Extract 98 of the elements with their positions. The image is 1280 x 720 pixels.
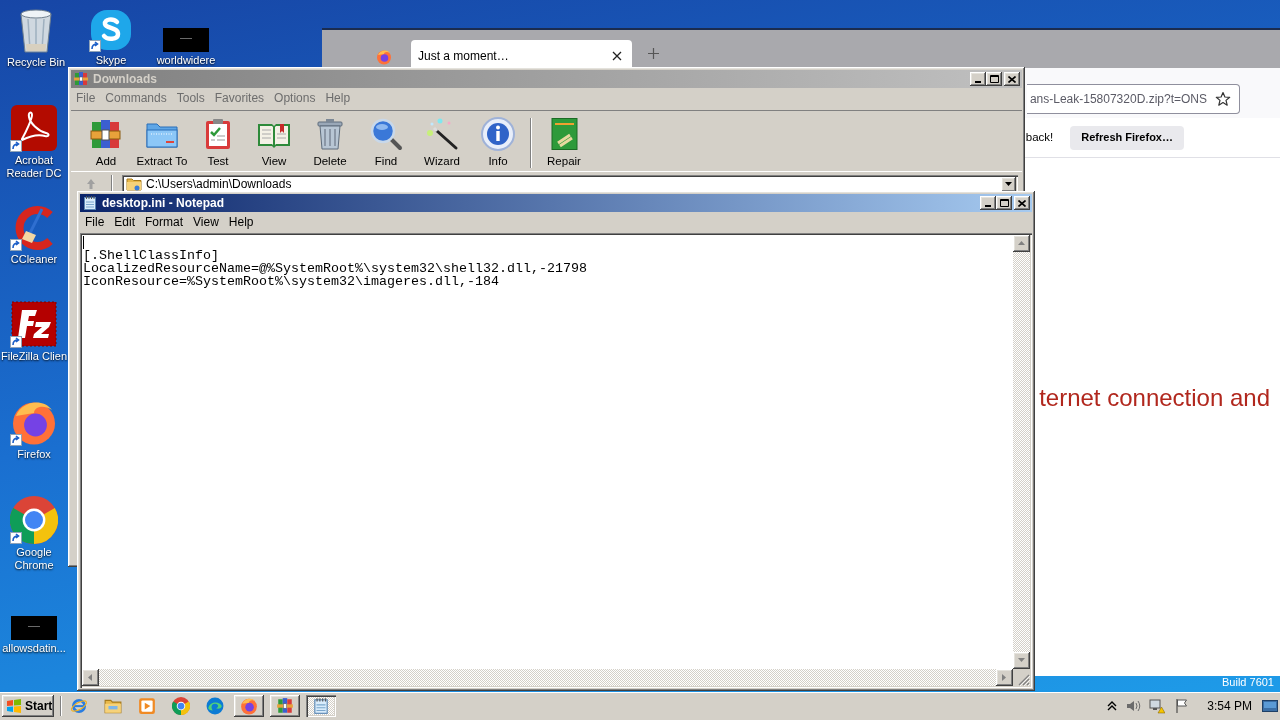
error-message-text: ternet connection and — [1039, 384, 1270, 412]
maximize-button[interactable] — [996, 196, 1012, 210]
close-icon — [1018, 199, 1026, 207]
scroll-right-button[interactable] — [996, 669, 1013, 686]
file-thumbnail-icon[interactable] — [11, 616, 57, 640]
notepad-icon — [82, 195, 98, 211]
close-icon — [1008, 75, 1016, 83]
play-tile-icon[interactable] — [138, 697, 156, 715]
chrome-icon[interactable] — [172, 697, 190, 715]
browser-tab[interactable]: Just a moment… — [411, 40, 632, 68]
search-icon — [368, 116, 404, 152]
browser-logo-icon[interactable] — [376, 49, 392, 65]
notepad-icon — [312, 697, 330, 715]
close-icon[interactable] — [612, 50, 622, 61]
menu-item[interactable]: Tools — [171, 91, 210, 106]
menu-item[interactable]: Edit — [109, 215, 141, 230]
speaker-icon[interactable] — [1125, 698, 1142, 714]
skype-icon[interactable] — [89, 8, 133, 52]
size-grip-icon[interactable] — [1018, 674, 1030, 686]
caret-down-icon — [1005, 182, 1012, 186]
window-title: Downloads — [93, 72, 157, 86]
wizard-button[interactable]: Wizard — [414, 114, 470, 170]
network-warning-icon[interactable] — [1149, 698, 1166, 714]
maximize-icon — [999, 199, 1009, 207]
desktop-icon-label[interactable]: CCleaner — [10, 253, 58, 266]
extract-to-button[interactable]: Extract To — [134, 114, 190, 170]
menu-item[interactable]: Format — [140, 215, 189, 230]
minimize-button[interactable] — [970, 72, 986, 86]
down-arrow-icon — [1017, 656, 1026, 665]
start-button[interactable]: Start — [2, 695, 54, 717]
minimize-button[interactable] — [980, 196, 996, 210]
folder-icon — [126, 177, 142, 191]
e-logo-icon[interactable] — [70, 697, 88, 715]
repair-button[interactable]: Repair — [536, 114, 592, 170]
add-button[interactable]: Add — [78, 114, 134, 170]
close-button[interactable] — [1014, 196, 1030, 210]
maximize-button[interactable] — [986, 72, 1002, 86]
menu-item[interactable]: View — [188, 215, 224, 230]
up-arrow-icon — [1017, 239, 1026, 248]
info-icon — [480, 116, 516, 152]
file-thumbnail-icon[interactable] — [163, 28, 209, 52]
archive-stack-icon — [276, 697, 294, 715]
firefox-icon — [240, 697, 258, 715]
refresh-button[interactable]: Refresh Firefox… — [1070, 125, 1184, 150]
address-field[interactable]: ans-Leak-15807320D.zip?t=ONS — [1027, 84, 1240, 114]
archive-stack-icon — [73, 71, 89, 87]
maximize-icon — [989, 75, 999, 83]
text-line: LocalizedResourceName=@%SystemRoot%\system32\shell32.dll,-21798 — [83, 262, 587, 275]
chevron-up-icon[interactable] — [1107, 701, 1118, 711]
build-label: Build 7601 — [1222, 674, 1274, 690]
vertical-scrollbar[interactable] — [1013, 235, 1030, 669]
delete-button[interactable]: Delete — [302, 114, 358, 170]
clock[interactable]: 3:54 PM — [1207, 697, 1252, 715]
desktop-icon-label[interactable]: Acrobat Reader DC — [0, 154, 68, 180]
test-button[interactable]: Test — [190, 114, 246, 170]
dropdown-button[interactable] — [1001, 176, 1016, 192]
notification-text: back! — [1025, 129, 1054, 145]
view-button[interactable]: View — [246, 114, 302, 170]
horizontal-scrollbar[interactable] — [82, 669, 1013, 686]
acrobat-icon[interactable] — [10, 104, 58, 152]
magic-wand-icon — [424, 116, 460, 152]
desktop-icon-label[interactable]: Firefox — [17, 448, 51, 461]
info-button[interactable]: Info — [470, 114, 526, 170]
plus-icon[interactable] — [648, 48, 659, 59]
menu-item[interactable]: Help — [223, 215, 259, 230]
desktop-icon-label[interactable]: Recycle Bin — [6, 56, 66, 69]
find-button[interactable]: Find — [358, 114, 414, 170]
scroll-up-button[interactable] — [1013, 235, 1030, 252]
up-arrow-icon — [85, 178, 97, 190]
desktop-icon-label[interactable]: FileZilla Clien — [1, 350, 67, 363]
desktop-icon-label[interactable]: Skype — [95, 54, 127, 67]
menu-item[interactable]: File — [80, 215, 110, 230]
taskbar-button[interactable] — [270, 695, 300, 717]
windows-logo-icon — [6, 698, 22, 714]
scroll-down-button[interactable] — [1013, 652, 1030, 669]
chrome-icon[interactable] — [10, 496, 58, 544]
edge-icon[interactable] — [206, 697, 224, 715]
text-editor-field[interactable]: [.ShellClassInfo] LocalizedResourceName=@%SystemRoot%\system32\shell32.dll,-21798 IconResource=%SystemRoot%\system32\imageres.dll,-184 — [82, 235, 1013, 669]
minimize-icon — [975, 81, 981, 83]
window-title: desktop.ini - Notepad — [102, 196, 224, 210]
star-icon[interactable] — [1215, 91, 1231, 107]
filezilla-icon[interactable] — [10, 300, 58, 348]
desktop-icon-label[interactable]: Google Chrome — [0, 546, 68, 572]
taskbar-button[interactable] — [306, 695, 336, 717]
menu-item[interactable]: Commands — [100, 91, 172, 106]
desktop-icon-label[interactable]: allowsdatin... — [2, 642, 66, 655]
desktop-icon-label[interactable]: worldwidere — [156, 54, 216, 67]
menu-item[interactable]: Options — [269, 91, 321, 106]
taskbar-button[interactable] — [234, 695, 264, 717]
show-desktop-icon[interactable] — [1262, 698, 1278, 714]
text-line: [.ShellClassInfo] — [83, 249, 219, 262]
minimize-icon — [985, 205, 991, 207]
right-arrow-icon — [1000, 673, 1009, 682]
left-arrow-icon — [86, 673, 95, 682]
text-line: IconResource=%SystemRoot%\system32\imageres.dll,-184 — [83, 275, 499, 288]
close-button[interactable] — [1004, 72, 1020, 86]
text-cursor-icon — [83, 236, 84, 249]
scroll-left-button[interactable] — [82, 669, 99, 686]
